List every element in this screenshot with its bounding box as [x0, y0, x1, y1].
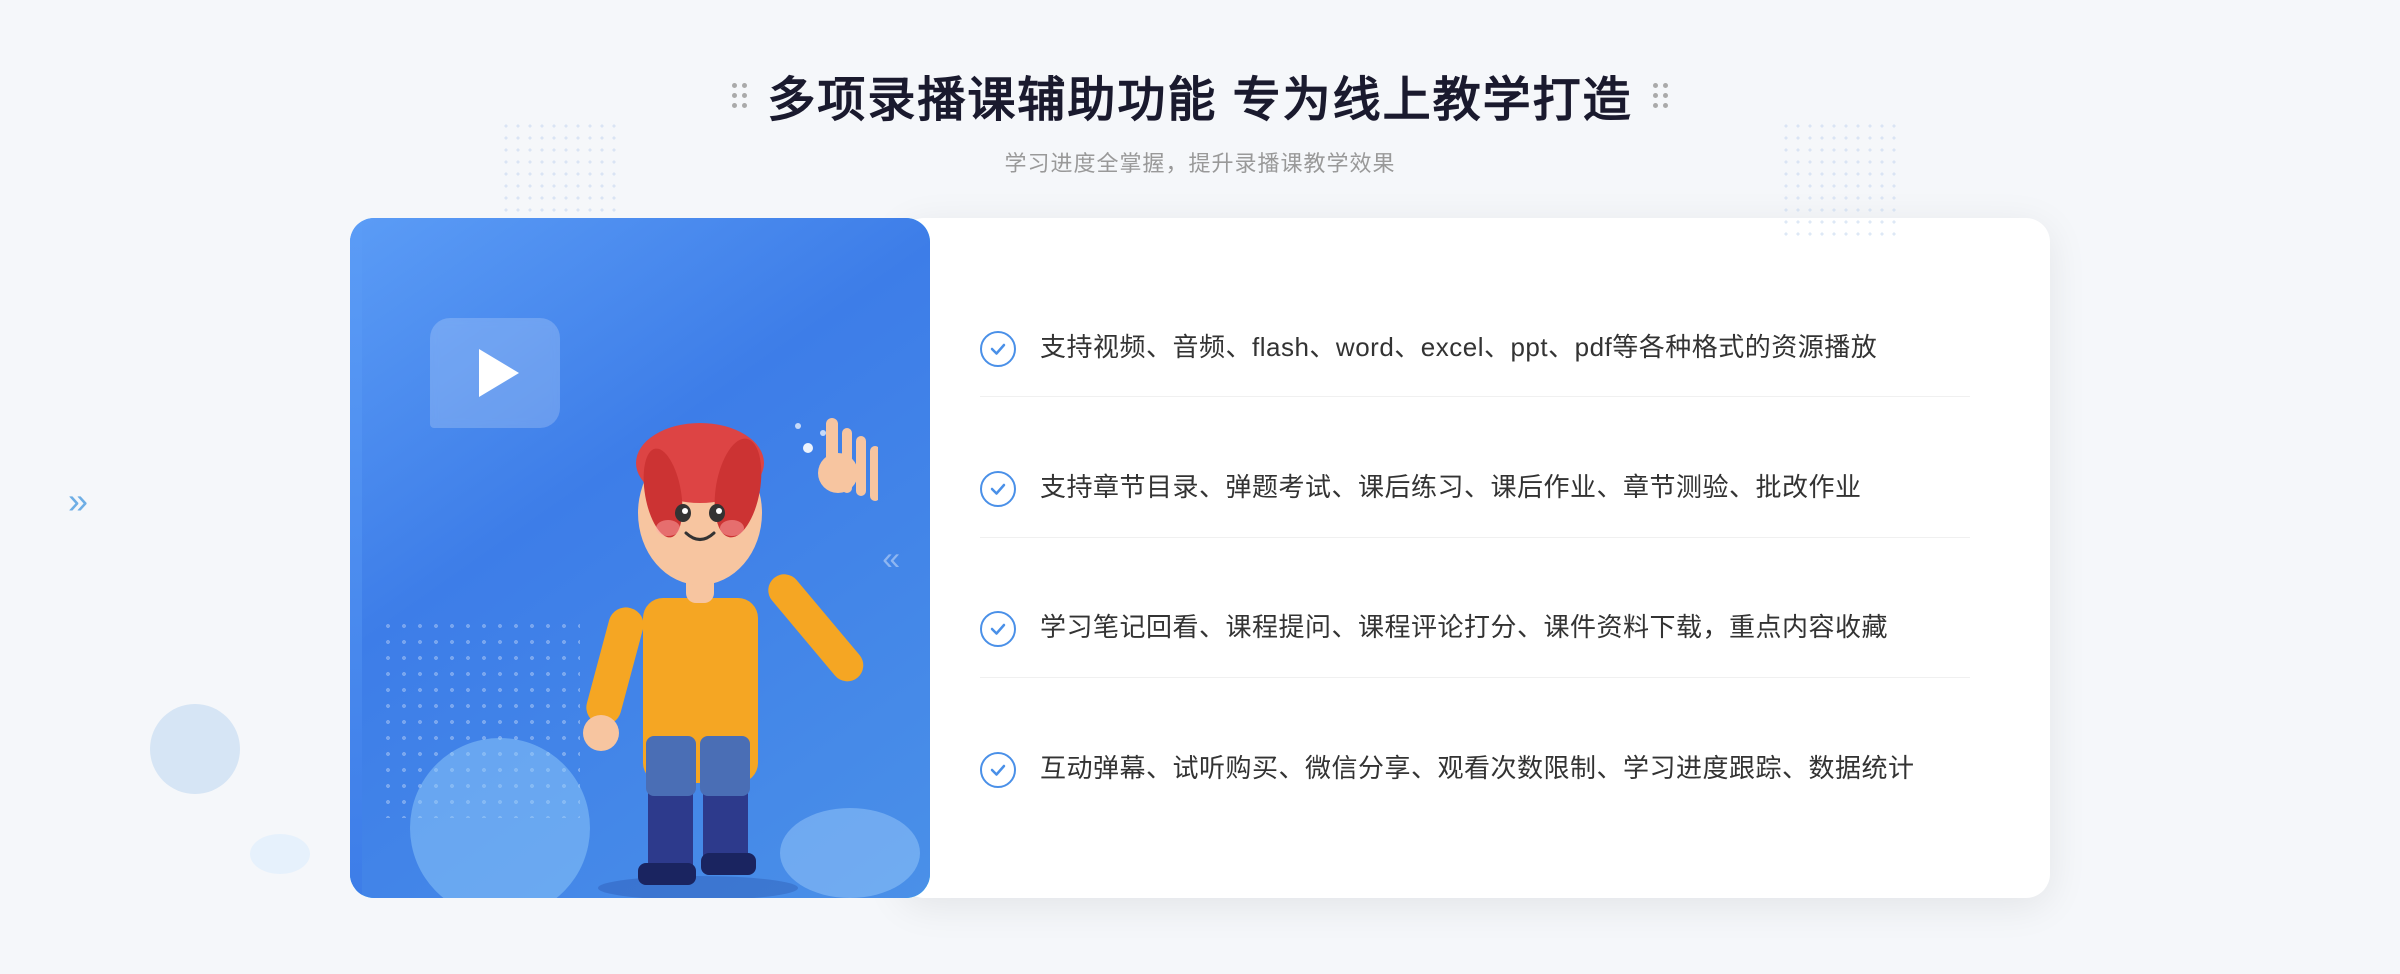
check-icon-4 [980, 752, 1016, 788]
arrow-decoration-left: » [68, 480, 88, 522]
side-accent-bar [350, 218, 362, 898]
check-icon-3 [980, 611, 1016, 647]
outer-wave-decoration [250, 834, 310, 874]
card-chevrons: « [882, 539, 900, 577]
subtitle-text: 学习进度全掌握，提升录播课教学效果 [732, 146, 1667, 178]
feature-text-1: 支持视频、音频、flash、word、excel、ppt、pdf等各种格式的资源… [1040, 327, 1877, 369]
feature-item-2: 支持章节目录、弹题考试、课后练习、课后作业、章节测验、批改作业 [980, 439, 1970, 538]
dot-decoration-right [1780, 120, 1900, 240]
illustration-card: « [350, 218, 930, 898]
check-icon-2 [980, 471, 1016, 507]
feature-text-2: 支持章节目录、弹题考试、课后练习、课后作业、章节测验、批改作业 [1040, 467, 1862, 509]
character-illustration [538, 318, 878, 898]
play-triangle-icon [479, 349, 519, 397]
feature-item-4: 互动弹幕、试听购买、微信分享、观看次数限制、学习进度跟踪、数据统计 [980, 720, 1970, 818]
content-panel: 支持视频、音频、flash、word、excel、ppt、pdf等各种格式的资源… [900, 218, 2050, 898]
check-icon-1 [980, 331, 1016, 367]
feature-text-3: 学习笔记回看、课程提问、课程评论打分、课件资料下载，重点内容收藏 [1040, 607, 1888, 649]
main-content: « [350, 218, 2050, 898]
feature-item-3: 学习笔记回看、课程提问、课程评论打分、课件资料下载，重点内容收藏 [980, 579, 1970, 678]
feature-text-4: 互动弹幕、试听购买、微信分享、观看次数限制、学习进度跟踪、数据统计 [1040, 748, 1915, 790]
page-header: 多项录播课辅助功能 专为线上教学打造 学习进度全掌握，提升录播课教学效果 [732, 60, 1667, 178]
main-title: 多项录播课辅助功能 专为线上教学打造 [732, 60, 1667, 130]
feature-item-1: 支持视频、音频、flash、word、excel、ppt、pdf等各种格式的资源… [980, 299, 1970, 398]
title-decorator-left [732, 83, 747, 108]
title-decorator-right [1653, 83, 1668, 108]
title-text: 多项录播课辅助功能 专为线上教学打造 [767, 60, 1632, 130]
outer-circle-decoration [150, 704, 240, 794]
